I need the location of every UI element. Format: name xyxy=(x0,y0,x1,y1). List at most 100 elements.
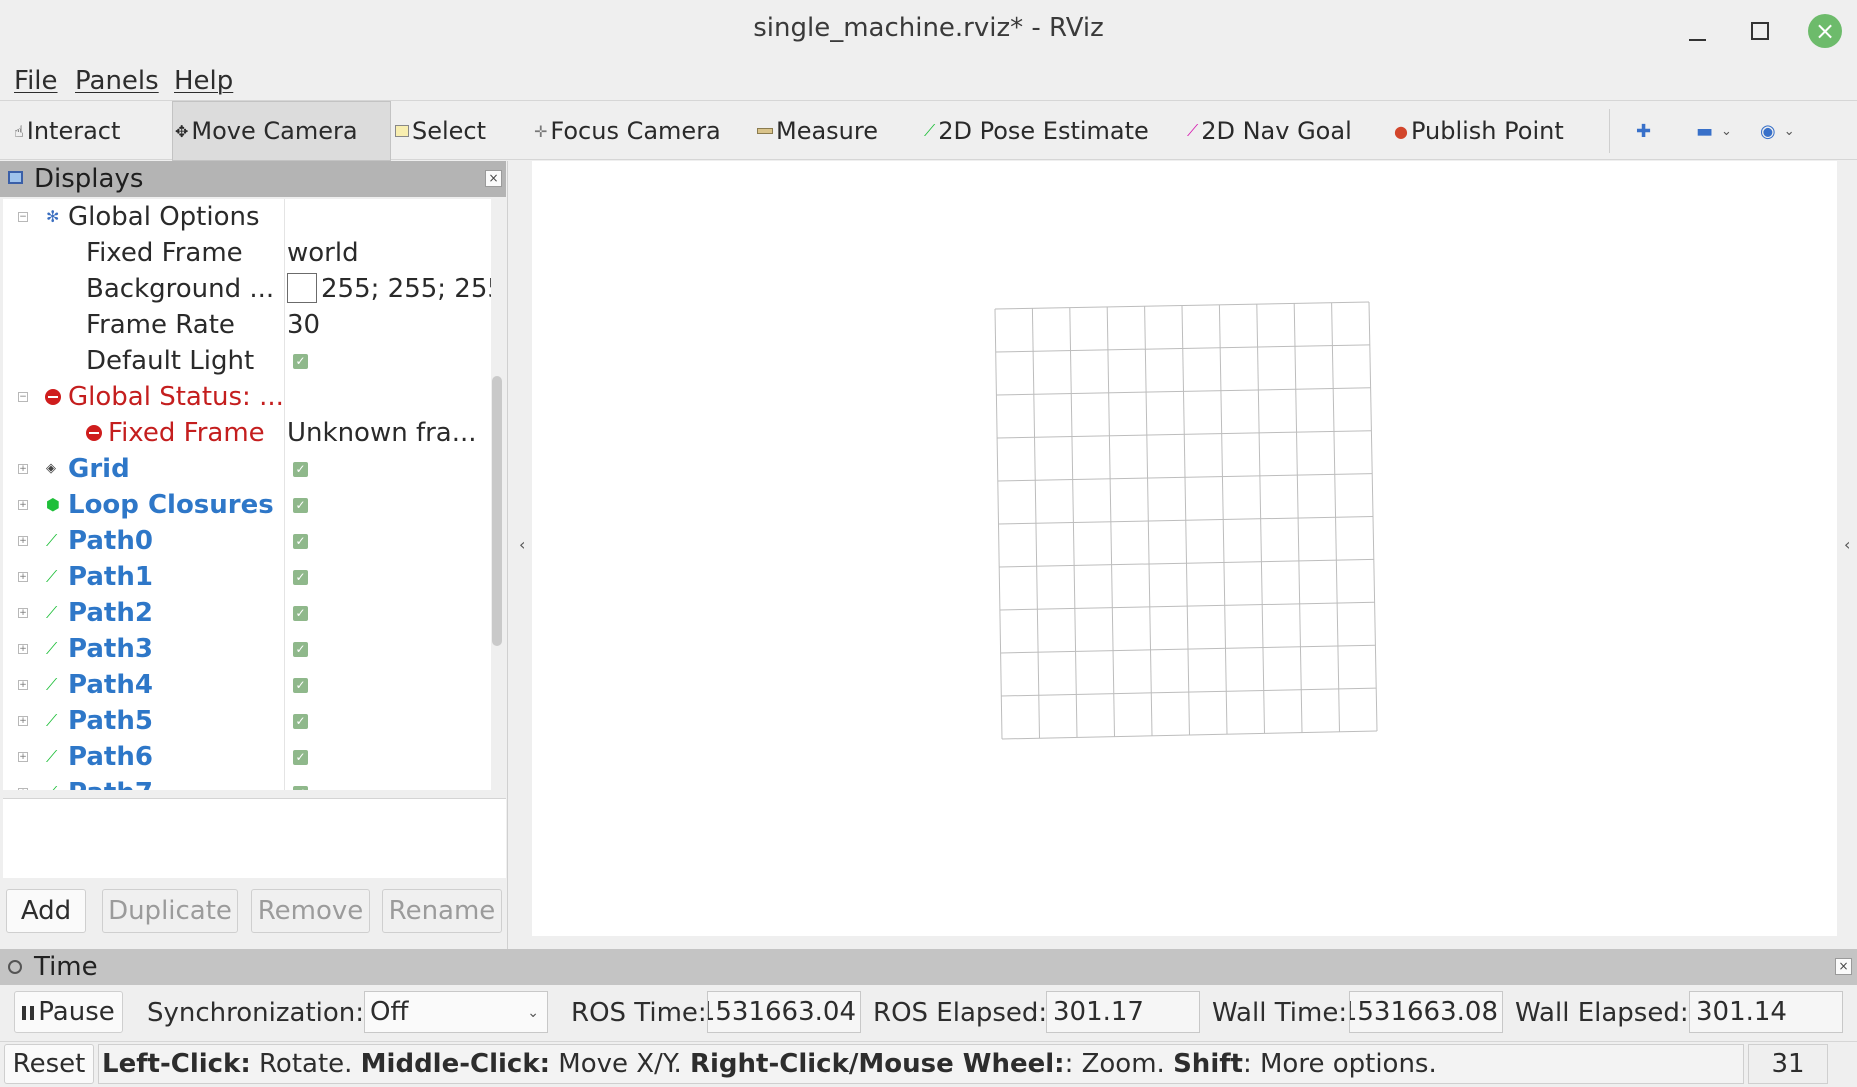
tool-interact-label: Interact xyxy=(26,117,121,145)
ruler-icon xyxy=(757,128,773,134)
green-arrow-icon: ⟋ xyxy=(924,121,936,140)
checkbox[interactable]: ✓ xyxy=(293,678,308,693)
expand-icon[interactable]: + xyxy=(18,788,28,790)
close-icon[interactable]: × xyxy=(1808,14,1842,48)
tool-publish-point-label: Publish Point xyxy=(1410,117,1564,145)
tree-label: Fixed Frame xyxy=(86,238,243,268)
tree-row-path5[interactable]: + ⟋ Path5 ✓ xyxy=(3,703,491,739)
checkbox[interactable]: ✓ xyxy=(293,498,308,513)
chevron-down-icon[interactable]: ⌄ xyxy=(1784,124,1795,139)
duplicate-button[interactable]: Duplicate xyxy=(102,889,238,933)
checkbox[interactable]: ✓ xyxy=(293,462,308,477)
pause-button[interactable]: Pause xyxy=(14,991,123,1033)
path-icon: ⟋ xyxy=(46,711,58,730)
move-camera-icon: ✥ xyxy=(175,121,189,141)
tree-row-fixed-frame[interactable]: Fixed Frame world xyxy=(3,235,491,271)
menu-help[interactable]: Help xyxy=(174,62,233,100)
render-viewport[interactable] xyxy=(532,161,1837,936)
menu-panels[interactable]: Panels xyxy=(75,62,159,100)
expand-icon[interactable]: + xyxy=(18,536,28,546)
minus-icon[interactable]: ▬ ⌄ xyxy=(1696,101,1732,161)
tree-row-global-options[interactable]: − ✻ Global Options xyxy=(3,199,491,235)
expand-icon[interactable]: + xyxy=(18,572,28,582)
wall-elapsed-field[interactable]: 301.14 xyxy=(1689,991,1843,1033)
checkbox[interactable]: ✓ xyxy=(293,642,308,657)
tree-row-path4[interactable]: + ⟋ Path4 ✓ xyxy=(3,667,491,703)
background-value[interactable]: 255; 255; 255 xyxy=(287,271,491,307)
tree-row-path6[interactable]: + ⟋ Path6 ✓ xyxy=(3,739,491,775)
menu-file[interactable]: File xyxy=(14,62,58,100)
chevron-down-icon[interactable]: ⌄ xyxy=(1721,124,1732,139)
checkbox[interactable]: ✓ xyxy=(293,606,308,621)
plus-icon[interactable]: ✚ xyxy=(1636,101,1651,161)
checkbox[interactable]: ✓ xyxy=(293,354,308,369)
sync-select[interactable]: Off ⌄ xyxy=(364,991,548,1033)
expand-icon[interactable]: + xyxy=(18,716,28,726)
checkbox[interactable]: ✓ xyxy=(293,570,308,585)
tree-row-path0[interactable]: + ⟋ Path0 ✓ xyxy=(3,523,491,559)
collapse-icon[interactable]: − xyxy=(18,392,28,402)
tree-scrollbar[interactable] xyxy=(492,376,502,646)
tree-row-loop-closures[interactable]: + ⬢ Loop Closures ✓ xyxy=(3,487,491,523)
tree-row-path3[interactable]: + ⟋ Path3 ✓ xyxy=(3,631,491,667)
displays-panel: Displays × − ✻ Global Options Fixed Fram… xyxy=(0,161,508,949)
expand-icon[interactable]: + xyxy=(18,752,28,762)
tool-2d-nav-goal[interactable]: ⟋ 2D Nav Goal xyxy=(1187,101,1352,161)
close-icon[interactable]: × xyxy=(485,170,502,187)
tree-label: Path5 xyxy=(68,706,153,736)
tool-publish-point[interactable]: ● Publish Point xyxy=(1394,101,1564,161)
hint-shift: Shift xyxy=(1173,1049,1243,1079)
tree-row-global-status[interactable]: − Global Status: ... xyxy=(3,379,491,415)
fixed-frame-value[interactable]: world xyxy=(287,235,359,271)
wall-time-field[interactable]: 1531663.08 xyxy=(1349,991,1503,1033)
reset-button[interactable]: Reset xyxy=(4,1044,94,1084)
tree-label: Path2 xyxy=(68,598,153,628)
wall-elapsed-label: Wall Elapsed: xyxy=(1515,998,1689,1028)
ros-time-field[interactable]: 1531663.04 xyxy=(707,991,861,1033)
tool-focus-camera-label: Focus Camera xyxy=(550,117,721,145)
expand-icon[interactable]: + xyxy=(18,644,28,654)
collapse-left-icon[interactable]: ‹ xyxy=(519,535,525,554)
tree-row-status-fixed-frame[interactable]: Fixed Frame Unknown fra... xyxy=(3,415,491,451)
error-icon xyxy=(45,389,61,408)
pause-icon xyxy=(22,1006,35,1020)
tree-row-frame-rate[interactable]: Frame Rate 30 xyxy=(3,307,491,343)
expand-icon[interactable]: + xyxy=(18,608,28,618)
add-button[interactable]: Add xyxy=(6,889,86,933)
tree-row-path2[interactable]: + ⟋ Path2 ✓ xyxy=(3,595,491,631)
minimize-icon[interactable] xyxy=(1680,14,1714,48)
tree-row-grid[interactable]: + ◈ Grid ✓ xyxy=(3,451,491,487)
checkbox[interactable]: ✓ xyxy=(293,786,308,790)
hint-text: Move X/Y. xyxy=(550,1049,690,1079)
sync-label: Synchronization: xyxy=(147,998,365,1028)
rename-button[interactable]: Rename xyxy=(382,889,502,933)
checkbox[interactable]: ✓ xyxy=(293,714,308,729)
expand-icon[interactable]: + xyxy=(18,680,28,690)
tool-interact[interactable]: ☝ Interact xyxy=(14,101,120,161)
tree-row-background[interactable]: Background ... 255; 255; 255 xyxy=(3,271,491,307)
maximize-icon[interactable] xyxy=(1743,14,1777,48)
tool-2d-pose-estimate[interactable]: ⟋ 2D Pose Estimate xyxy=(924,101,1149,161)
frame-rate-value[interactable]: 30 xyxy=(287,307,320,343)
checkbox[interactable]: ✓ xyxy=(293,534,308,549)
eye-icon[interactable]: ◉ ⌄ xyxy=(1760,101,1795,161)
tool-select[interactable]: Select xyxy=(395,101,486,161)
expand-icon[interactable]: + xyxy=(18,464,28,474)
ros-time-label: ROS Time: xyxy=(571,998,707,1028)
tool-focus-camera[interactable]: ✛ Focus Camera xyxy=(534,101,721,161)
tree-row-path7[interactable]: + ⟋ Path7 ✓ xyxy=(3,775,491,790)
tree-row-default-light[interactable]: Default Light ✓ xyxy=(3,343,491,379)
collapse-icon[interactable]: − xyxy=(18,212,28,222)
tool-measure-label: Measure xyxy=(776,117,878,145)
expand-icon[interactable]: + xyxy=(18,500,28,510)
collapse-right-icon[interactable]: ‹ xyxy=(1844,535,1850,554)
remove-button[interactable]: Remove xyxy=(251,889,370,933)
ros-elapsed-field[interactable]: 301.17 xyxy=(1046,991,1200,1033)
checkbox[interactable]: ✓ xyxy=(293,750,308,765)
tree-row-path1[interactable]: + ⟋ Path1 ✓ xyxy=(3,559,491,595)
tool-move-camera[interactable]: ✥ Move Camera xyxy=(172,101,391,161)
tool-measure[interactable]: Measure xyxy=(757,101,878,161)
error-icon xyxy=(86,425,102,444)
close-icon[interactable]: × xyxy=(1835,958,1852,975)
color-swatch[interactable] xyxy=(287,272,317,303)
